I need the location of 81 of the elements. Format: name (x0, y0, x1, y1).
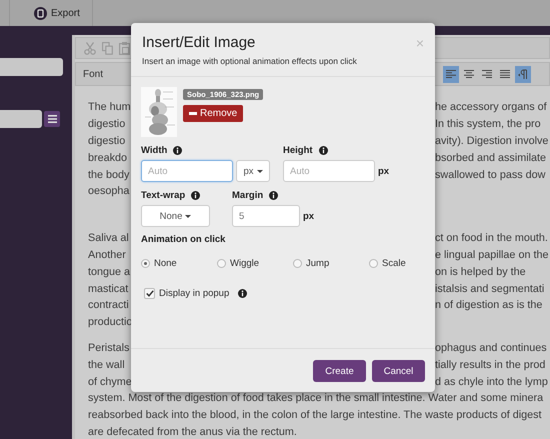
body-text: system. Most of the digestion of food takes place in the small intestine. Water and some minera (88, 392, 544, 404)
body-text: d as chyle into the lymp (435, 376, 548, 388)
radio-label: Scale (382, 258, 406, 269)
body-text: the wall (88, 358, 125, 371)
menu-button[interactable] (44, 111, 60, 127)
radio-label: None (154, 258, 177, 269)
info-icon (238, 289, 248, 298)
create-button[interactable]: Create (313, 360, 366, 382)
body-text: reabsorbed back into the blood, in the colon of the large intestine. The waste products of digest (88, 409, 542, 422)
body-text: ct on food in the mouth. (435, 232, 548, 244)
pilcrow-icon (518, 69, 528, 79)
menu-icon (48, 115, 56, 123)
radio-button[interactable] (369, 259, 378, 268)
body-text: Peristals (88, 342, 130, 354)
body-text: oesopha (88, 185, 130, 198)
field-label: Width (141, 145, 168, 156)
font-dropdown[interactable]: Font (76, 68, 104, 80)
radio-label: Jump (306, 258, 330, 269)
clipboard-icon[interactable] (119, 42, 130, 54)
body-text: tially results in the prod (435, 358, 546, 371)
align-center-icon (464, 70, 474, 78)
width-input[interactable]: Auto (141, 160, 233, 182)
field-label: Margin (232, 190, 264, 201)
field-label: Height (283, 145, 313, 156)
info-icon (269, 191, 278, 200)
body-text: the body (88, 168, 130, 181)
cancel-button[interactable]: Cancel (372, 360, 425, 382)
radio-label: Wiggle (230, 258, 260, 269)
body-text: breakdo (88, 152, 128, 164)
align-left-icon (446, 70, 456, 78)
body-text: In this system, the pro (435, 118, 541, 130)
body-text: The hum (88, 101, 131, 114)
dialog-title: Insert/Edit Image (142, 34, 256, 51)
unit-dropdown[interactable]: px (236, 160, 270, 182)
body-text: ophagus and continues (435, 342, 547, 354)
field-label: Text-wrap (141, 190, 186, 201)
caret-icon (256, 170, 263, 172)
alignment-button[interactable] (443, 66, 459, 82)
text-direction-button[interactable] (515, 66, 531, 82)
export-button[interactable]: Export (9, 0, 93, 26)
device-icon (34, 6, 47, 20)
checkbox-label: Display in popup (159, 288, 230, 299)
sidebar-field[interactable] (0, 110, 42, 128)
info-icon (173, 146, 182, 155)
body-text: Another (88, 248, 126, 261)
radio-button[interactable] (217, 259, 226, 268)
height-input[interactable]: Auto (283, 160, 375, 182)
minus-icon (189, 112, 197, 115)
sidebar-field[interactable] (0, 58, 63, 76)
info-icon (191, 191, 200, 200)
dialog-subtitle: Insert an image with optional animation effects upon click (142, 56, 358, 66)
body-text: digestio (88, 118, 126, 130)
checkbox[interactable] (144, 288, 155, 299)
body-text: e lingual papillae on the (435, 248, 548, 261)
body-text: avity). Digestion involve (435, 134, 548, 147)
body-text: Saliva al (88, 232, 129, 244)
unit-label: px (378, 166, 390, 176)
body-text: tongue a (88, 266, 130, 278)
body-text: swallowed to pass dow (435, 168, 546, 181)
body-text: bsorbed and assimilate (435, 152, 546, 164)
body-text: on is helped by the (435, 266, 526, 278)
body-text: are defecated from the anus via the rectum. (88, 426, 297, 438)
body-text: masticat (88, 282, 128, 295)
body-text: istalsis and segmentati (435, 282, 544, 295)
unit-label: px (303, 210, 314, 222)
body-text: he accessory organs of (435, 101, 547, 114)
justify-icon (500, 70, 510, 78)
section-label: Animation on click (141, 234, 226, 245)
margin-input[interactable]: 5 (232, 205, 300, 227)
body-text: productio (88, 316, 132, 328)
caret-icon (185, 214, 192, 218)
info-icon (318, 146, 328, 155)
radio-button[interactable] (141, 259, 150, 268)
align-right-icon (482, 70, 492, 78)
body-text: contracti (88, 299, 129, 312)
remove-button[interactable]: Remove (183, 105, 244, 122)
radio-button[interactable] (293, 259, 302, 268)
body-text: digestio (88, 134, 126, 147)
text-wrap-dropdown[interactable]: None (141, 205, 210, 227)
body-text: of chyme (88, 376, 132, 388)
body-text: n of digestion as is the (435, 299, 542, 312)
